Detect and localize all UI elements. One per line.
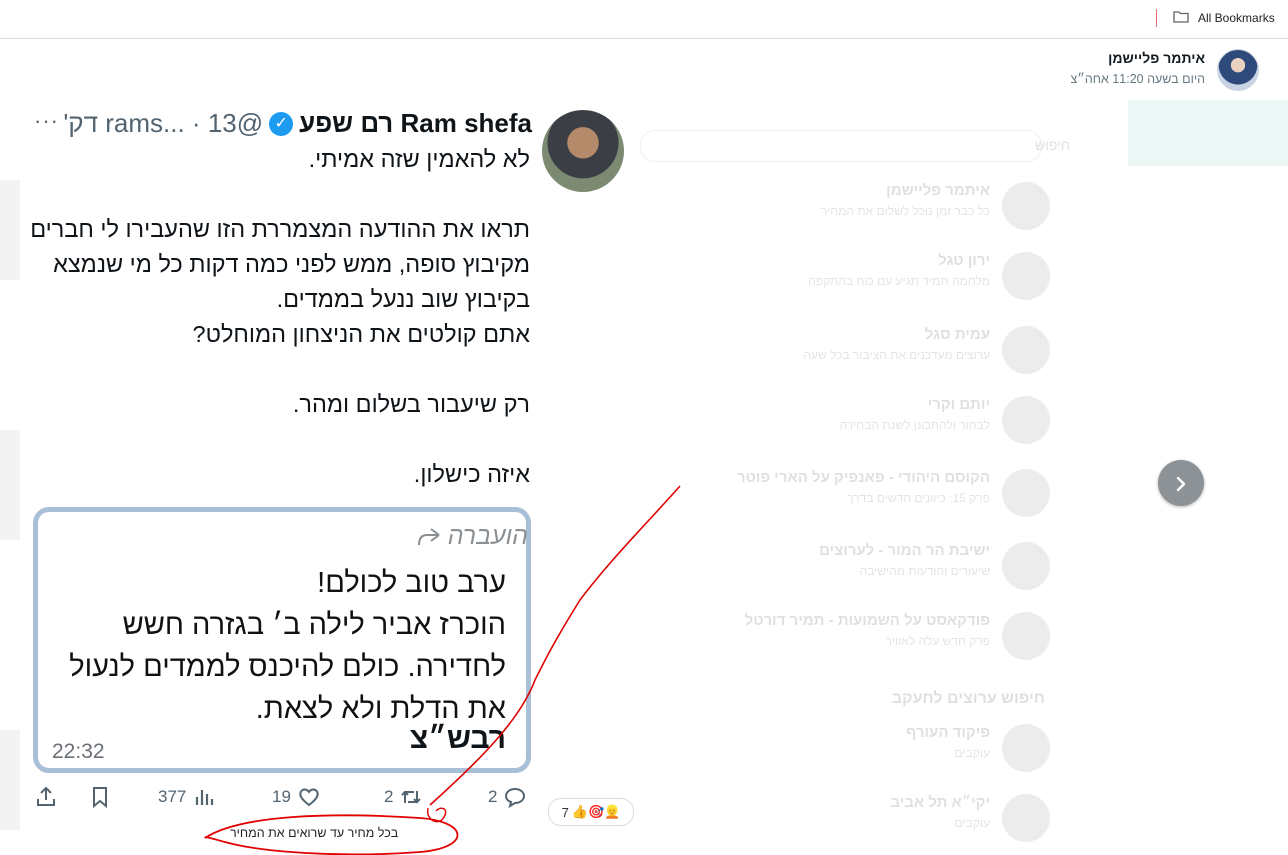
background-suggested-item: פיקוד העורף עוקבים [630,720,1050,780]
retweets-count: 2 [384,787,394,806]
background-list-item: איתמר פליישמן כל כבר זמן נוכל לשלום את ה… [630,178,1050,238]
reply-bubble-icon [505,787,526,809]
views-chart-icon [196,790,214,805]
sender-avatar[interactable] [1217,49,1259,91]
background-item-sub: מלחמה תמיד תגיע עם כוח בהתקפה [808,274,990,288]
tweet-actions: 377 19 2 2 [30,785,540,819]
background-item-sub: לבחור ולהתכונן לשנת הבחירה [839,418,990,432]
reply-button[interactable]: 2 [488,785,527,809]
replies-count: 2 [488,787,498,806]
more-options-icon[interactable]: ··· [34,108,59,134]
background-avatar [1002,182,1050,230]
folder-icon[interactable] [1173,10,1189,23]
background-avatar [1002,612,1050,660]
background-item-name: יותם וקרי [927,396,990,413]
tweet-body: לא להאמין שזה אמיתי. תראו את ההודעה המצמ… [30,146,530,487]
background-search-placeholder: חיפוש [1035,137,1070,153]
background-item-sub: עוקבים [954,746,990,760]
reaction-emojis: 👍🎯👱 [571,804,621,819]
forwarded-time: 22:32 [52,740,105,763]
bookmarks-divider [1156,9,1157,27]
background-suggested-item: יקי״א תל אביב עוקבים [630,790,1050,850]
tweet-handle-time: @rams... · 13 דק' [63,108,264,138]
background-avatar [1002,542,1050,590]
background-item-sub: פרק 15: כיוונים חדשים בדרך [847,491,990,505]
forwarded-message-text: ערב טוב לכולם! הוכרז אביר לילה ב׳ בגזרה … [69,567,506,725]
background-item-name: עמית סגל [924,326,990,343]
forwarded-label: הועברה [415,522,528,551]
background-avatar [1002,794,1050,842]
background-list-item: פודקאסט על השמועות - תמיר דורטל פרק חדש … [630,608,1050,668]
background-highlight [1128,100,1288,166]
background-item-name: הקוסם היהודי - פאנפיק על הארי פוטר [736,469,990,486]
background-avatar [1002,252,1050,300]
share-button[interactable] [34,785,58,809]
background-item-name: פודקאסט על השמועות - תמיר דורטל [744,612,990,629]
background-item-sub: עוקבים [954,816,990,830]
background-item-name: איתמר פליישמן [886,182,990,199]
tweet-author-name: Ram shefa רם שפע [299,108,532,138]
background-item-sub: כל כבר זמן נוכל לשלום את המחיר [820,204,990,218]
likes-count: 19 [272,787,291,806]
tweet-header: Ram shefa רם שפע ✓ @rams... · 13 דק' [63,108,532,139]
background-list-item: עמית סגל ערוצים מעדכנים את הציבור בכל שע… [630,322,1050,382]
background-item-name: פיקוד העורף [906,724,990,741]
background-avatar [1002,326,1050,374]
retweet-icon [401,790,422,804]
background-item-sub: פרק חדש עלה לאוויר [885,634,990,648]
background-item-name: יקי״א תל אביב [890,794,991,811]
sender-timestamp: היום בשעה 11:20 אחה״צ [1070,72,1206,86]
background-search-box [640,130,1042,162]
background-section-heading: חיפוש ערוצים לחעקב [891,690,1045,707]
share-icon [37,786,55,806]
views-count: 377 [158,787,187,806]
like-button[interactable]: 19 [272,785,321,809]
background-list-item: ישיבת הר המור - לערוצים שיעורים והודעות … [630,538,1050,598]
background-avatar [1002,396,1050,444]
background-item-sub: שיעורים והודעות מהישיבה [859,564,990,578]
tweet-author-avatar [542,110,624,192]
background-list-item: יותם וקרי לבחור ולהתכונן לשנת הבחירה [630,392,1050,452]
message-reactions[interactable]: 7 👍🎯👱 [548,798,634,826]
all-bookmarks-link[interactable]: All Bookmarks [1198,11,1275,25]
chevron-right-icon [1176,476,1186,492]
reactions-count: 7 [561,804,569,820]
background-item-sub: ערוצים מעדכנים את הציבור בכל שעה [803,348,990,362]
verified-badge-icon: ✓ [269,111,294,136]
bookmarks-bar: All Bookmarks [0,0,1288,39]
bookmark-button[interactable] [88,785,112,809]
image-caption: בכל מחיר עד שרואים את המחיר [230,826,399,840]
sender-name[interactable]: איתמר פליישמן [1108,50,1205,66]
background-list-item: הקוסם היהודי - פאנפיק על הארי פוטר פרק 1… [630,465,1050,525]
forwarded-signature: רבש״צ [409,722,506,755]
retweet-button[interactable]: 2 [384,785,423,809]
background-channel-list: חיפוש איתמר פליישמן כל כבר זמן נוכל לשלו… [620,100,1130,855]
background-item-name: ישיבת הר המור - לערוצים [819,542,990,559]
forward-arrow-icon [417,528,440,546]
forwarded-label-text: הועברה [447,522,528,550]
views-button[interactable]: 377 [158,785,216,809]
bookmark-icon [93,787,107,809]
background-avatar [1002,724,1050,772]
background-item-name: ירון טגל [938,252,990,269]
background-list-item: ירון טגל מלחמה תמיד תגיע עם כוח בהתקפה [630,248,1050,308]
heart-icon [299,788,319,807]
next-image-button[interactable] [1158,460,1204,506]
background-avatar [1002,469,1050,517]
